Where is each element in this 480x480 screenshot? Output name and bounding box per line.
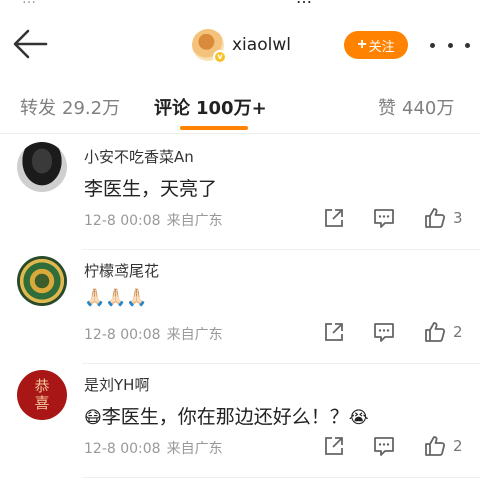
status-mid: …	[296, 0, 314, 7]
top-bar: v xiaolwl + 关注	[0, 12, 480, 76]
reply-icon	[374, 323, 394, 342]
reply-button[interactable]	[372, 206, 396, 230]
back-button[interactable]	[10, 26, 50, 62]
share-button[interactable]	[322, 320, 346, 344]
reply-button[interactable]	[372, 320, 396, 344]
share-icon	[325, 209, 343, 227]
comment-time: 12-8 00:08	[84, 441, 161, 457]
comment-author[interactable]: 柠檬鸢尾花	[84, 260, 159, 281]
avatar-char: 恭	[34, 377, 50, 395]
tab-label: 转发	[20, 98, 56, 119]
like-button[interactable]: 3	[423, 206, 463, 230]
avatar[interactable]	[17, 142, 67, 192]
comment-meta: 12-8 00:08 来自广东	[84, 438, 223, 458]
comment-source: 来自广东	[166, 213, 223, 229]
tab-likes[interactable]: 赞 440万	[378, 94, 454, 120]
share-icon	[325, 437, 343, 455]
comment-author[interactable]: 是刘YH啊	[84, 374, 149, 395]
tab-count: 100万+	[196, 98, 267, 119]
tab-label: 赞	[378, 98, 396, 119]
like-button[interactable]: 2	[423, 320, 463, 344]
more-dots-icon[interactable]	[430, 36, 470, 54]
like-count: 3	[453, 209, 463, 227]
avatar[interactable]	[17, 256, 67, 306]
share-icon	[325, 323, 343, 341]
tab-comments[interactable]: 评论 100万+	[154, 94, 267, 120]
comment-time: 12-8 00:08	[84, 213, 161, 229]
tab-label: 评论	[154, 98, 190, 119]
mask-face-emoji: 😷	[84, 408, 102, 428]
comment-item: 恭 喜 是刘YH啊 😷李医生，你在那边还好么！？😭 12-8 00:08 来自广东…	[0, 364, 480, 478]
like-icon	[425, 322, 446, 342]
reply-icon	[374, 437, 394, 456]
tab-repost[interactable]: 转发 29.2万	[20, 94, 120, 120]
comment-source: 来自广东	[166, 327, 223, 343]
comment-text: 李医生，天亮了	[84, 178, 218, 200]
comment-text-row: 😷李医生，你在那边还好么！？😭	[84, 402, 369, 429]
plus-icon: +	[357, 36, 367, 53]
share-button[interactable]	[322, 206, 346, 230]
like-icon	[425, 436, 446, 456]
status-left: …	[22, 0, 36, 7]
comment-item: 柠檬鸢尾花 🙏🏻🙏🏻🙏🏻 12-8 00:08 来自广东 2	[0, 250, 480, 364]
reply-icon	[374, 209, 394, 228]
like-icon	[425, 208, 446, 228]
crying-face-emoji: 😭	[348, 408, 369, 428]
like-count: 2	[453, 437, 463, 455]
like-count: 2	[453, 323, 463, 341]
verified-badge-icon: v	[213, 50, 227, 64]
comment-meta: 12-8 00:08 来自广东	[84, 324, 223, 344]
status-bar: … …	[0, 0, 480, 10]
comment-meta: 12-8 00:08 来自广东	[84, 210, 223, 230]
avatar-char: 喜	[34, 394, 50, 412]
reply-button[interactable]	[372, 434, 396, 458]
comment-source: 来自广东	[166, 441, 223, 457]
comment-time: 12-8 00:08	[84, 327, 161, 343]
active-tab-indicator	[180, 126, 248, 130]
follow-button[interactable]: + 关注	[344, 31, 408, 59]
like-button[interactable]: 2	[423, 434, 463, 458]
avatar: v	[192, 29, 227, 64]
author-name: xiaolwl	[232, 35, 291, 55]
tab-count: 29.2万	[62, 98, 121, 119]
comment-author[interactable]: 小安不吃香菜An	[84, 146, 194, 167]
pray-hands-emoji: 🙏🏻🙏🏻🙏🏻	[84, 288, 148, 308]
tab-count: 440万	[402, 98, 455, 119]
avatar[interactable]: 恭 喜	[17, 370, 67, 420]
comment-item: 小安不吃香菜An 李医生，天亮了 12-8 00:08 来自广东 3	[0, 136, 480, 250]
back-arrow-icon	[13, 29, 48, 59]
comment-text: 李医生，你在那边还好么！？	[101, 406, 349, 428]
post-author[interactable]: v xiaolwl	[192, 28, 291, 64]
post-tabs: 转发 29.2万 评论 100万+ 赞 440万	[0, 76, 480, 134]
share-button[interactable]	[322, 434, 346, 458]
follow-label: 关注	[368, 38, 395, 54]
